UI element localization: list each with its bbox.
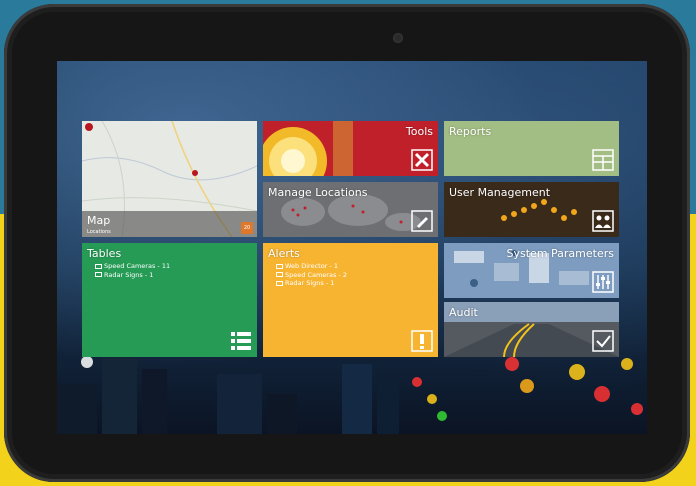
tables-tile[interactable]: Tables Speed Cameras - 11 Radar Signs - … [82,243,257,357]
check-icon [592,330,614,352]
web-icon [276,263,283,269]
alerts-tile-title: Alerts [268,247,300,260]
tools-tile-image [263,121,353,176]
app-screen: Map Locations 20 Tools Reports Manage Lo… [57,61,647,434]
edit-icon [411,210,433,232]
tools-tile[interactable]: Tools [263,121,438,176]
camera-icon [276,272,283,277]
map-pin-icon[interactable] [192,170,198,176]
reports-tile-title: Reports [449,125,492,138]
map-tile[interactable]: Map Locations 20 [82,121,257,237]
map-tile-title: Map [87,214,111,227]
list-item[interactable]: Speed Cameras - 11 [95,262,170,271]
list-icon [231,332,251,350]
list-item[interactable]: Radar Signs - 1 [95,271,170,280]
table-icon [95,263,102,269]
tools-tile-title: Tools [405,125,433,138]
audit-tile-title: Audit [449,306,478,319]
map-tile-subtitle: Locations [87,229,111,235]
reports-tile[interactable]: Reports [444,121,619,176]
audit-tile[interactable]: Audit [444,302,619,357]
sliders-icon [592,271,614,293]
map-badge: 20 [241,222,253,234]
tools-icon [411,149,433,171]
user-management-tile-title: User Management [449,186,551,199]
table-icon [95,272,102,277]
tables-list: Speed Cameras - 11 Radar Signs - 1 [95,262,170,279]
user-management-tile[interactable]: User Management [444,182,619,237]
list-item[interactable]: Web Director - 1 [276,262,347,271]
system-parameters-tile[interactable]: System Parameters [444,243,619,298]
report-icon [592,149,614,171]
list-item[interactable]: Speed Cameras - 2 [276,271,347,280]
manage-locations-tile[interactable]: Manage Locations [263,182,438,237]
alerts-tile[interactable]: Alerts Web Director - 1 Speed Cameras - … [263,243,438,357]
tables-tile-title: Tables [87,247,122,260]
manage-locations-tile-title: Manage Locations [268,186,368,199]
list-item[interactable]: Radar Signs - 1 [276,279,347,288]
radar-icon [276,280,283,286]
alerts-list: Web Director - 1 Speed Cameras - 2 Radar… [276,262,347,288]
alert-icon [411,330,433,352]
users-icon [592,210,614,232]
camera-dot [394,34,402,42]
system-parameters-tile-title: System Parameters [506,247,614,260]
